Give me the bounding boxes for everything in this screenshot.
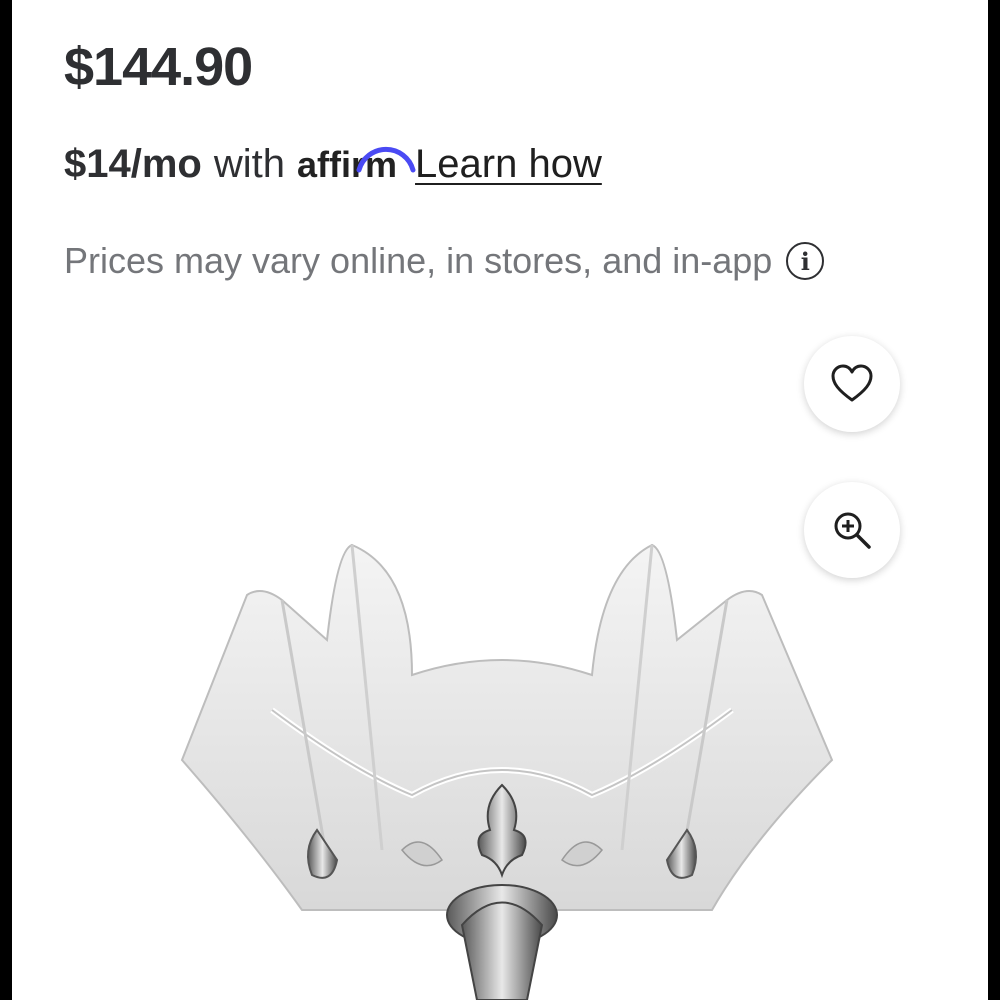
financing-with-text: with [213,142,285,186]
affirm-arc-icon [356,146,416,173]
product-page: $144.90 $14/mo with affirm Learn how Pri… [12,0,988,1000]
price-disclaimer-text: Prices may vary online, in stores, and i… [64,240,773,281]
price-disclaimer: Prices may vary online, in stores, and i… [64,240,825,282]
affirm-logo: affirm [297,144,416,186]
heart-icon [831,364,873,402]
financing-line: $14/mo with affirm Learn how [64,142,602,187]
product-image[interactable] [152,530,852,1000]
info-icon[interactable]: i [786,242,825,280]
learn-how-link[interactable]: Learn how [415,142,602,187]
monthly-payment: $14/mo [64,142,202,186]
favorite-button[interactable] [804,336,900,432]
product-price: $144.90 [64,37,253,97]
